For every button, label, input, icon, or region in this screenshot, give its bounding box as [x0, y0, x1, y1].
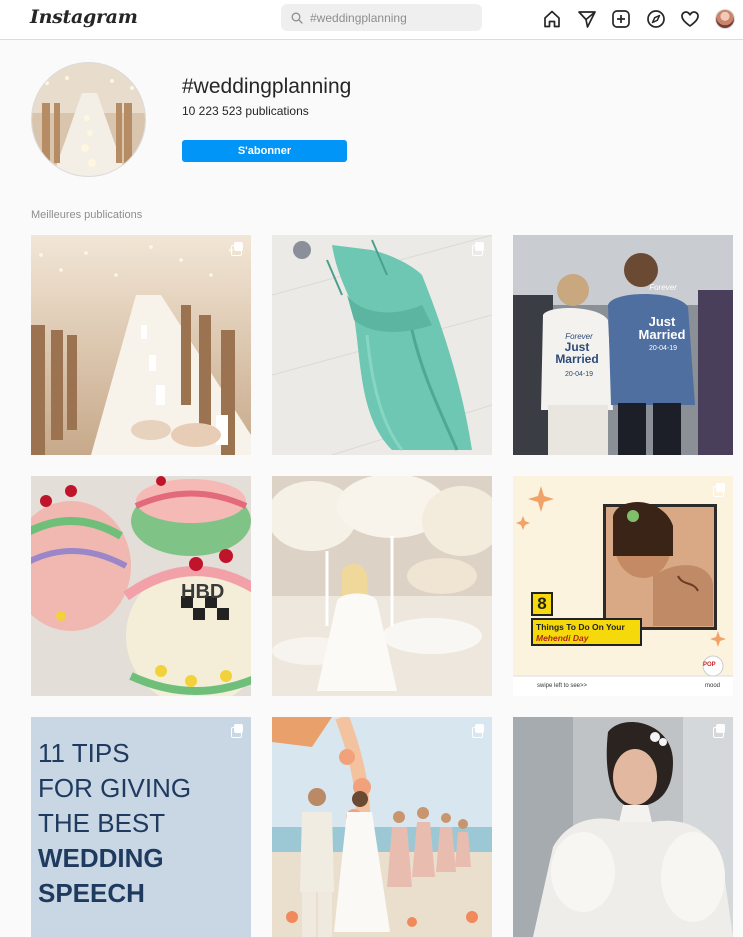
mehendi-footer-left: swipe left to see>> — [537, 683, 588, 689]
nav-icons — [541, 8, 743, 30]
pop-badge: POP — [703, 662, 716, 668]
post-tile[interactable]: 8 Things To Do On Your Mehendi Day POP s… — [513, 476, 733, 696]
search-box[interactable] — [281, 4, 482, 31]
hashtag-title: #weddingplanning — [182, 75, 352, 98]
post-image — [513, 717, 733, 937]
post-tile[interactable] — [513, 717, 733, 937]
follow-button[interactable]: S'abonner — [182, 140, 347, 162]
post-tile[interactable]: Forever Just Married 20-04-19 Forever Ju… — [513, 235, 733, 455]
cake-text: HBD — [181, 581, 225, 603]
post-image — [31, 235, 251, 455]
profile-avatar[interactable] — [714, 8, 736, 30]
post-image — [272, 235, 492, 455]
post-tile[interactable] — [272, 717, 492, 937]
jacket-right-text: Just Married — [638, 314, 686, 342]
speech-line-1: 11 TIPS — [38, 738, 130, 768]
search-input[interactable] — [310, 10, 470, 25]
speech-line-5: SPEECH — [38, 878, 145, 908]
carousel-icon — [472, 724, 484, 738]
search-icon — [291, 12, 303, 24]
mehendi-footer-right: mood — [705, 683, 721, 689]
speech-line-4: WEDDING — [38, 843, 164, 873]
activity-icon[interactable] — [679, 8, 701, 30]
hashtag-profile-image — [31, 62, 146, 177]
carousel-icon — [231, 242, 243, 256]
mehendi-line-2: Mehendi Day — [536, 633, 589, 643]
post-tile[interactable]: HBD — [31, 476, 251, 696]
post-image — [513, 235, 733, 455]
post-image — [272, 717, 492, 937]
post-image — [272, 476, 492, 696]
mehendi-number: 8 — [531, 592, 553, 616]
direct-icon[interactable] — [576, 8, 598, 30]
speech-tips-text: 11 TIPS FOR GIVING THE BEST WEDDING SPEE… — [38, 736, 191, 911]
section-title-top-posts: Meilleures publications — [31, 209, 143, 221]
mehendi-line-1: Things To Do On Your — [536, 622, 625, 632]
hashtag-header: #weddingplanning 10 223 523 publications… — [31, 62, 711, 182]
mehendi-title-box: Things To Do On Your Mehendi Day — [531, 618, 642, 646]
post-tile[interactable]: 11 TIPS FOR GIVING THE BEST WEDDING SPEE… — [31, 717, 251, 937]
new-post-icon[interactable] — [610, 8, 632, 30]
explore-icon[interactable] — [645, 8, 667, 30]
carousel-icon — [472, 242, 484, 256]
jacket-left-date: 20-04-19 — [564, 371, 594, 378]
post-tile[interactable] — [31, 235, 251, 455]
speech-line-2: FOR GIVING — [38, 773, 192, 803]
instagram-logo[interactable]: Instagram — [30, 6, 138, 28]
carousel-icon — [713, 483, 725, 497]
carousel-icon — [231, 724, 243, 738]
speech-line-3: THE BEST — [38, 808, 166, 838]
post-tile[interactable] — [272, 235, 492, 455]
jacket-right-date: 20-04-19 — [648, 345, 678, 352]
jacket-left-text: Just Married — [555, 340, 599, 366]
top-navigation-bar: Instagram — [0, 0, 743, 40]
post-tile[interactable] — [272, 476, 492, 696]
post-count: 10 223 523 publications — [182, 104, 309, 118]
avatar — [714, 9, 735, 29]
post-image — [513, 476, 733, 696]
jacket-right-top: Forever — [649, 283, 677, 292]
home-icon[interactable] — [541, 8, 563, 30]
carousel-icon — [713, 724, 725, 738]
